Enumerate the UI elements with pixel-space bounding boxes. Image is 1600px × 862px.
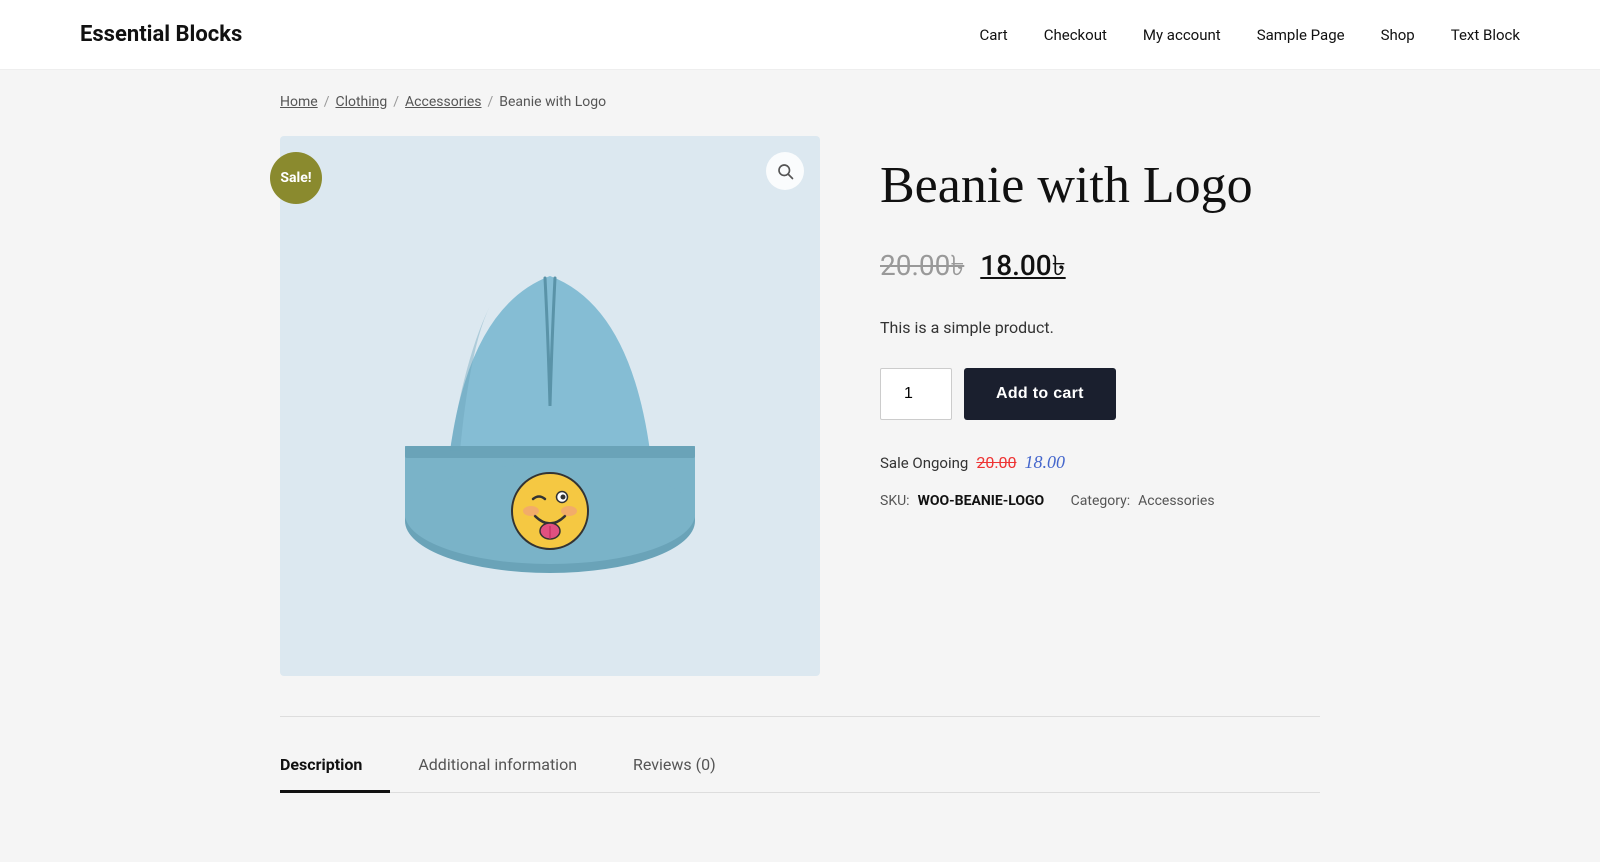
nav-shop[interactable]: Shop [1381,26,1415,44]
sale-ongoing-current: 18.00 [1025,452,1066,473]
breadcrumb-sep-3: / [488,94,494,110]
sku-label: SKU: [880,493,910,509]
price-sale: 18.00৳ [980,244,1065,291]
nav-checkout[interactable]: Checkout [1044,26,1107,44]
tab-description[interactable]: Description [280,737,390,792]
product-image-wrapper: Sale! [280,136,820,676]
product-description: This is a simple product. [880,315,1320,341]
breadcrumb-sep-1: / [324,94,330,110]
quantity-input[interactable] [880,368,952,420]
add-to-cart-row: Add to cart [880,368,1320,420]
sku-row: SKU: WOO-BEANIE-LOGO Category: Accessori… [880,493,1320,509]
nav-sample-page[interactable]: Sample Page [1257,26,1345,44]
site-logo[interactable]: Essential Blocks [80,22,242,47]
main-container: Home / Clothing / Accessories / Beanie w… [200,70,1400,793]
product-price-row: 20.00৳ 18.00৳ [880,244,1320,291]
product-image [390,206,710,606]
breadcrumb-current: Beanie with Logo [499,94,606,110]
tabs-nav: Description Additional information Revie… [280,737,1320,793]
sku-value: WOO-BEANIE-LOGO [918,493,1045,509]
nav-text-block[interactable]: Text Block [1451,26,1520,44]
sale-ongoing-original: 20.00 [976,453,1016,472]
nav-my-account[interactable]: My account [1143,26,1221,44]
tab-additional-info[interactable]: Additional information [418,737,605,792]
main-nav: Cart Checkout My account Sample Page Sho… [979,26,1520,44]
product-section: Sale! [280,126,1320,716]
add-to-cart-button[interactable]: Add to cart [964,368,1116,420]
product-title: Beanie with Logo [880,156,1320,216]
breadcrumb-home[interactable]: Home [280,94,318,110]
breadcrumb-accessories[interactable]: Accessories [405,94,481,110]
sale-ongoing-label: Sale Ongoing [880,454,968,472]
product-image-container [280,136,820,676]
product-meta: SKU: WOO-BEANIE-LOGO Category: Accessori… [880,493,1320,509]
nav-cart[interactable]: Cart [979,26,1007,44]
product-info: Beanie with Logo 20.00৳ 18.00৳ This is a… [880,136,1320,509]
category-value: Accessories [1138,493,1214,509]
category-label: Category: [1071,493,1130,509]
sale-badge: Sale! [270,152,322,204]
tabs-section: Description Additional information Revie… [280,716,1320,793]
breadcrumb-clothing[interactable]: Clothing [335,94,387,110]
breadcrumb: Home / Clothing / Accessories / Beanie w… [280,70,1320,126]
breadcrumb-sep-2: / [393,94,399,110]
zoom-icon[interactable] [766,152,804,190]
site-header: Essential Blocks Cart Checkout My accoun… [0,0,1600,70]
sale-ongoing-row: Sale Ongoing 20.00 18.00 [880,452,1320,473]
price-original: 20.00৳ [880,244,964,291]
tab-reviews[interactable]: Reviews (0) [633,737,744,792]
